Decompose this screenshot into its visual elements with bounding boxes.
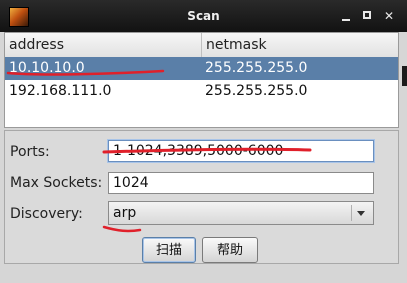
scrollbar[interactable] bbox=[402, 66, 407, 86]
ports-input[interactable] bbox=[108, 140, 374, 162]
ports-label: Ports: bbox=[10, 144, 50, 160]
discovery-select[interactable]: arp bbox=[108, 201, 374, 225]
cell-netmask: 255.255.255.0 bbox=[205, 60, 308, 76]
cell-address: 10.10.10.0 bbox=[9, 60, 85, 76]
discovery-selected-value: arp bbox=[113, 205, 137, 221]
scan-button[interactable]: 扫描 bbox=[142, 237, 196, 263]
help-button[interactable]: 帮助 bbox=[202, 237, 258, 263]
table-row[interactable]: 10.10.10.0 255.255.255.0 bbox=[5, 57, 398, 80]
cell-address: 192.168.111.0 bbox=[9, 83, 112, 99]
cell-netmask: 255.255.255.0 bbox=[205, 83, 308, 99]
maximize-icon[interactable] bbox=[361, 9, 375, 23]
max-sockets-label: Max Sockets: bbox=[10, 175, 103, 191]
table-header: address netmask bbox=[5, 33, 398, 58]
close-icon[interactable]: ✕ bbox=[382, 9, 396, 23]
table-row[interactable]: 192.168.111.0 255.255.255.0 bbox=[5, 80, 398, 103]
column-header-netmask[interactable]: netmask bbox=[201, 33, 398, 57]
title-bar[interactable]: Scan ✕ bbox=[0, 0, 407, 32]
minimize-icon[interactable] bbox=[340, 9, 354, 23]
max-sockets-input[interactable] bbox=[108, 172, 374, 194]
chevron-down-icon[interactable] bbox=[351, 205, 370, 221]
column-header-address[interactable]: address bbox=[5, 33, 201, 57]
discovery-label: Discovery: bbox=[10, 206, 83, 222]
network-table[interactable]: address netmask 10.10.10.0 255.255.255.0… bbox=[4, 32, 399, 128]
